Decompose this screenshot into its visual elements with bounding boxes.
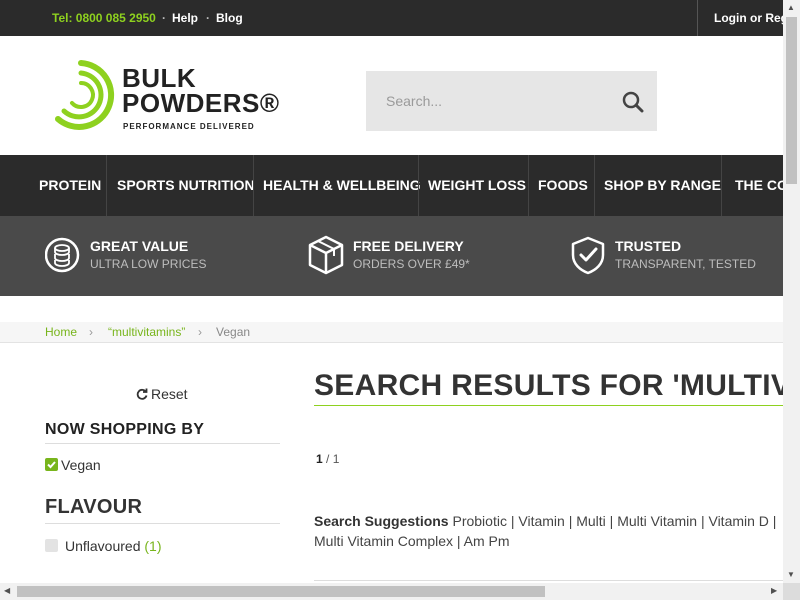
topbar-separator: ·: [162, 11, 166, 25]
usp-title: TRUSTED: [615, 238, 682, 254]
breadcrumb-query[interactable]: “multivitamins”: [108, 325, 185, 339]
nav-divider: [528, 155, 529, 216]
topbar-separator: ·: [206, 11, 210, 25]
nav-divider: [253, 155, 254, 216]
search-icon[interactable]: [621, 90, 645, 114]
blog-link[interactable]: Blog: [216, 11, 243, 25]
nav-item-shop-by-range[interactable]: SHOP BY RANGE: [604, 155, 721, 216]
coins-icon: [45, 237, 80, 273]
nav-item-weight-loss[interactable]: WEIGHT LOSS: [428, 155, 526, 216]
pagination: 1 / 1: [316, 452, 339, 466]
nav-item-protein[interactable]: PROTEIN: [39, 155, 101, 216]
nav-item-health-wellbeing[interactable]: HEALTH & WELLBEING: [263, 155, 421, 216]
top-bar: Tel: 0800 085 2950 · Help · Blog Login o…: [0, 0, 783, 36]
usp-subtitle: TRANSPARENT, TESTED: [615, 257, 756, 271]
box-icon: [308, 235, 344, 275]
search-input[interactable]: [366, 71, 606, 131]
search-results-title: SEARCH RESULTS FOR 'MULTIVITAMINS': [314, 369, 783, 402]
title-underline: [314, 405, 783, 406]
horizontal-scrollbar[interactable]: ◀ ▶: [0, 583, 783, 600]
divider: [314, 580, 783, 581]
usp-title: FREE DELIVERY: [353, 238, 464, 254]
scroll-down-arrow-icon[interactable]: ▼: [787, 570, 795, 579]
page: Tel: 0800 085 2950 · Help · Blog Login o…: [0, 0, 783, 583]
usp-bar: GREAT VALUE ULTRA LOW PRICES FREE DELIVE…: [0, 216, 783, 296]
refresh-icon: [136, 388, 148, 400]
reset-filters-button[interactable]: Reset: [136, 386, 188, 402]
flavour-checkbox[interactable]: [45, 539, 58, 552]
brand-tagline: PERFORMANCE DELIVERED: [123, 122, 255, 131]
phone-link[interactable]: Tel: 0800 085 2950: [52, 11, 156, 25]
brand-logo[interactable]: BULK POWDERS® PERFORMANCE DELIVERED: [46, 57, 279, 137]
usp-subtitle: ORDERS OVER £49*: [353, 257, 470, 271]
login-area: Login or Register: [697, 0, 783, 36]
nav-divider: [418, 155, 419, 216]
flavour-option-unflavoured[interactable]: Unflavoured (1): [65, 538, 162, 554]
nav-item-foods[interactable]: FOODS: [538, 155, 588, 216]
vertical-scrollbar[interactable]: ▲ ▼: [783, 0, 800, 583]
page-current[interactable]: 1: [316, 452, 323, 466]
usp-title: GREAT VALUE: [90, 238, 189, 254]
page-total: / 1: [326, 452, 340, 466]
nav-item-sports-nutrition[interactable]: SPORTS NUTRITION: [117, 155, 255, 216]
now-shopping-by-heading: NOW SHOPPING BY: [45, 421, 205, 438]
main-nav: PROTEIN SPORTS NUTRITION HEALTH & WELLBE…: [0, 155, 783, 216]
breadcrumb: Home › “multivitamins” › Vegan: [0, 322, 783, 343]
flavour-option-label: Unflavoured: [65, 538, 141, 554]
search-box: [366, 71, 657, 131]
active-filter-checkbox[interactable]: [45, 458, 58, 471]
nav-divider: [594, 155, 595, 216]
usp-subtitle: ULTRA LOW PRICES: [90, 257, 207, 271]
brand-name-line2: POWDERS®: [122, 88, 280, 118]
divider: [45, 443, 280, 444]
nav-item-the-core[interactable]: THE CORE: [735, 155, 783, 216]
search-suggestions: Search Suggestions Probiotic | Vitamin |…: [314, 511, 783, 551]
scroll-left-arrow-icon[interactable]: ◀: [4, 586, 10, 595]
logo-rings-icon: [55, 60, 115, 130]
chevron-right-icon: ›: [198, 325, 202, 339]
login-register-link[interactable]: Login or Register: [714, 11, 783, 25]
checkmark-icon: [47, 461, 56, 469]
nav-divider: [721, 155, 722, 216]
breadcrumb-current: Vegan: [216, 325, 251, 339]
help-link[interactable]: Help: [172, 11, 198, 25]
scroll-right-arrow-icon[interactable]: ▶: [771, 586, 777, 595]
horizontal-scroll-thumb[interactable]: [17, 586, 545, 597]
flavour-heading[interactable]: FLAVOUR: [45, 496, 142, 519]
nav-divider: [106, 155, 107, 216]
reset-label: Reset: [151, 386, 188, 402]
breadcrumb-home[interactable]: Home: [45, 325, 77, 339]
vertical-scroll-thumb[interactable]: [786, 17, 797, 184]
shield-check-icon: [571, 236, 605, 275]
search-suggestions-label: Search Suggestions: [314, 513, 449, 529]
divider: [45, 523, 280, 524]
scrollbar-corner: [783, 583, 800, 600]
flavour-option-count: (1): [144, 538, 162, 554]
chevron-right-icon: ›: [89, 325, 93, 339]
active-filter-vegan[interactable]: Vegan: [61, 457, 101, 473]
scroll-up-arrow-icon[interactable]: ▲: [787, 3, 795, 12]
